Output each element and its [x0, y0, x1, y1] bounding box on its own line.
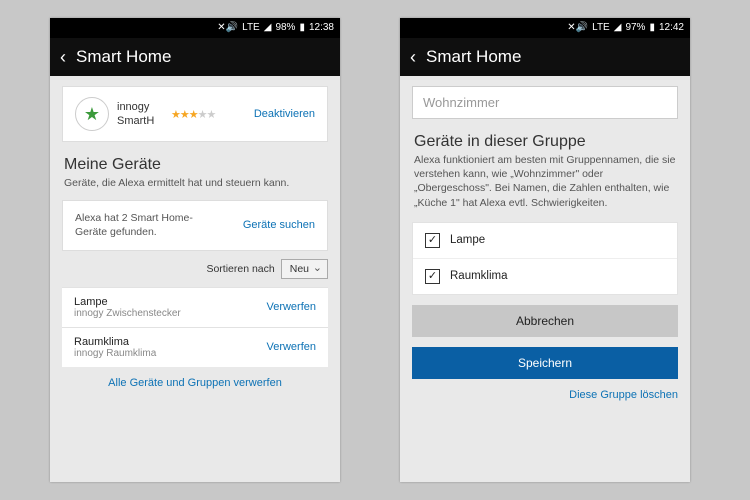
list-item-label: Raumklima: [450, 270, 508, 282]
section-title: Meine Geräte: [64, 156, 328, 174]
skill-card[interactable]: ★ innogy SmartH ★★★★★ Deaktivieren: [62, 86, 328, 142]
discard-link[interactable]: Verwerfen: [266, 301, 316, 313]
list-item[interactable]: ✓ Lampe: [413, 223, 677, 258]
sort-select[interactable]: Neu: [281, 259, 328, 279]
info-text: Alexa hat 2 Smart Home-Geräte gefunden.: [75, 211, 195, 239]
search-devices-link[interactable]: Geräte suchen: [243, 219, 315, 231]
statusbar: ✕🔊 LTE ◢ 98% ▮ 12:38: [50, 18, 340, 38]
device-row[interactable]: Raumklima innogy Raumklima Verwerfen: [62, 327, 328, 367]
delete-group-link[interactable]: Diese Gruppe löschen: [412, 389, 678, 401]
sort-value: Neu: [290, 263, 309, 275]
phone-left: ✕🔊 LTE ◢ 98% ▮ 12:38 ‹ Smart Home ★ inno…: [50, 18, 340, 482]
lte-icon: LTE: [242, 23, 260, 33]
discard-all-link[interactable]: Alle Geräte und Gruppen verwerfen: [62, 377, 328, 389]
device-sub: innogy Zwischenstecker: [74, 308, 181, 319]
sort-row: Sortieren nach Neu: [62, 259, 328, 279]
discard-link[interactable]: Verwerfen: [266, 341, 316, 353]
skill-name-l2: SmartH: [117, 114, 163, 128]
content: Wohnzimmer Geräte in dieser Gruppe Alexa…: [400, 76, 690, 482]
page-title: Smart Home: [76, 47, 171, 67]
skill-name-l1: innogy: [117, 100, 163, 114]
section-subtitle: Geräte, die Alexa ermittelt hat und steu…: [64, 176, 326, 190]
device-row[interactable]: Lampe innogy Zwischenstecker Verwerfen: [62, 287, 328, 327]
section-title: Geräte in dieser Gruppe: [414, 133, 678, 151]
device-name: Lampe: [74, 296, 181, 308]
device-name: Raumklima: [74, 336, 156, 348]
group-name-input[interactable]: Wohnzimmer: [412, 86, 678, 119]
titlebar: ‹ Smart Home: [50, 38, 340, 76]
lte-icon: LTE: [592, 23, 610, 33]
mute-icon: ✕🔊: [567, 23, 588, 33]
sort-label: Sortieren nach: [206, 263, 274, 275]
clock: 12:38: [309, 23, 334, 33]
cancel-button[interactable]: Abbrechen: [412, 305, 678, 337]
battery-pct: 97%: [625, 23, 645, 33]
back-icon[interactable]: ‹: [60, 47, 66, 68]
clock: 12:42: [659, 23, 684, 33]
checkbox-checked-icon[interactable]: ✓: [425, 269, 440, 284]
checkbox-checked-icon[interactable]: ✓: [425, 233, 440, 248]
rating-stars: ★★★★★: [171, 108, 215, 121]
info-card: Alexa hat 2 Smart Home-Geräte gefunden. …: [62, 200, 328, 250]
battery-icon: ▮: [649, 23, 655, 33]
content: ★ innogy SmartH ★★★★★ Deaktivieren Meine…: [50, 76, 340, 482]
mute-icon: ✕🔊: [217, 23, 238, 33]
section-subtitle: Alexa funktioniert am besten mit Gruppen…: [414, 153, 676, 210]
device-checklist: ✓ Lampe ✓ Raumklima: [412, 222, 678, 295]
signal-icon: ◢: [264, 23, 272, 33]
phone-right: ✕🔊 LTE ◢ 97% ▮ 12:42 ‹ Smart Home Wohnzi…: [400, 18, 690, 482]
list-item-label: Lampe: [450, 234, 485, 246]
statusbar: ✕🔊 LTE ◢ 97% ▮ 12:42: [400, 18, 690, 38]
page-title: Smart Home: [426, 47, 521, 67]
deactivate-link[interactable]: Deaktivieren: [254, 108, 315, 120]
back-icon[interactable]: ‹: [410, 47, 416, 68]
star-icon: ★: [75, 97, 109, 131]
device-sub: innogy Raumklima: [74, 348, 156, 359]
signal-icon: ◢: [614, 23, 622, 33]
battery-pct: 98%: [275, 23, 295, 33]
battery-icon: ▮: [299, 23, 305, 33]
titlebar: ‹ Smart Home: [400, 38, 690, 76]
list-item[interactable]: ✓ Raumklima: [413, 258, 677, 294]
save-button[interactable]: Speichern: [412, 347, 678, 379]
